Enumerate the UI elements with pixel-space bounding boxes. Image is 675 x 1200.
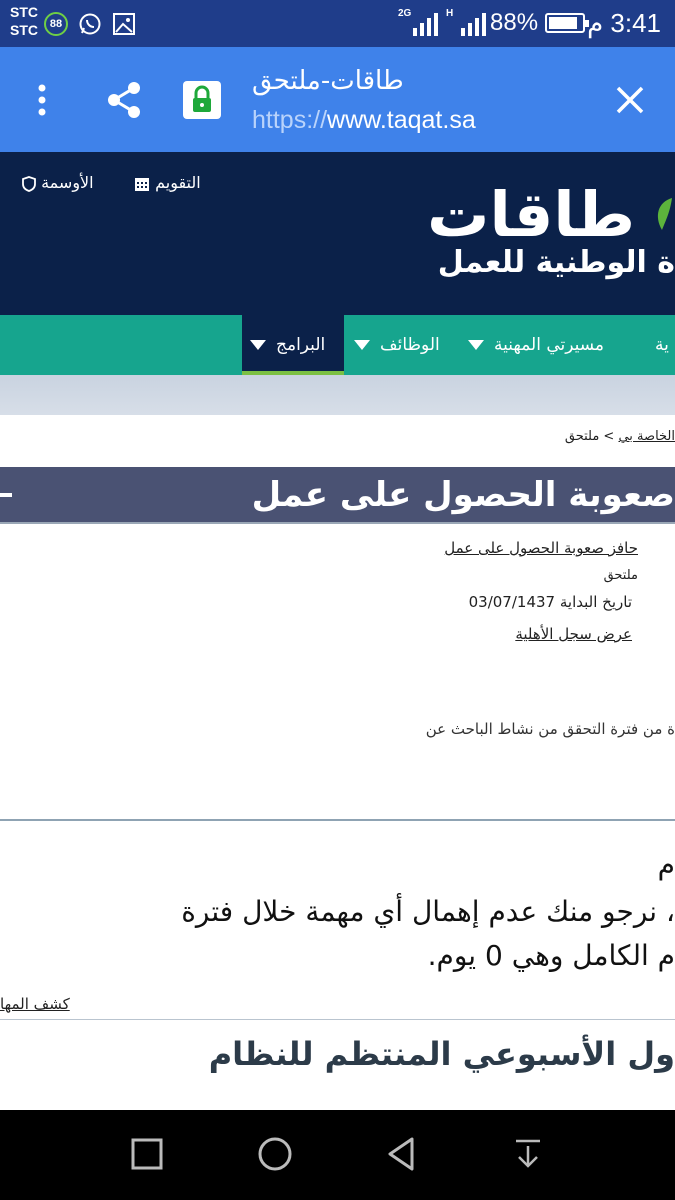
clock: 3:41 م <box>587 8 661 38</box>
enrollment-status: ملتحق <box>603 568 638 583</box>
banner-strip <box>0 375 675 415</box>
divider <box>0 819 675 821</box>
signal-h-icon: H <box>446 8 486 36</box>
notice-line-1: م <box>657 848 675 881</box>
verification-text: ة من فترة التحقق من نشاط الباحث عن <box>425 720 675 738</box>
logo-subtitle: ة الوطنية للعمل <box>437 245 675 280</box>
calendar-link[interactable]: التقويم <box>128 172 201 194</box>
breadcrumb-link[interactable]: الخاصة بي <box>618 429 675 444</box>
carriers: STC STC <box>10 3 38 39</box>
section-title: صعوبة الحصول على عمل <box>251 475 675 515</box>
secure-site-button[interactable] <box>183 81 221 119</box>
shield-icon <box>22 175 36 192</box>
download-icon[interactable] <box>508 1134 548 1174</box>
share-icon[interactable] <box>104 80 144 120</box>
divider <box>0 1019 675 1020</box>
chevron-down-icon <box>250 340 266 350</box>
nav-item-programs[interactable]: البرامج <box>242 315 344 375</box>
chevron-down-icon <box>354 340 370 350</box>
breadcrumb: الخاصة بي > ملتحق <box>565 428 675 446</box>
awards-link[interactable]: الأوسمة <box>16 172 94 194</box>
lock-icon <box>193 85 211 112</box>
battery-icon <box>545 13 589 33</box>
collapse-icon[interactable] <box>0 493 12 497</box>
nav-item-jobs[interactable]: الوظائف <box>354 315 440 375</box>
breadcrumb-current: ملتحق <box>564 429 600 444</box>
image-icon <box>113 13 135 35</box>
circle-icon[interactable] <box>255 1134 295 1174</box>
notice-line-3: م الكامل وهي 0 يوم. <box>427 939 675 972</box>
nav-programs-label: البرامج <box>276 335 326 355</box>
chevron-down-icon <box>468 340 484 350</box>
calendar-label: التقويم <box>155 173 201 192</box>
system-nav-bar <box>0 1110 675 1200</box>
main-nav: ية مسيرتي المهنية الوظائف البرامج <box>0 315 675 375</box>
battery-percent: 88% <box>490 9 539 36</box>
awards-label: الأوسمة <box>41 173 94 192</box>
close-icon[interactable] <box>612 82 648 118</box>
tasks-report-link[interactable]: كشف المها <box>0 993 70 1015</box>
logo-leaf-icon <box>657 198 672 230</box>
carrier-1: STC <box>10 4 38 20</box>
eligibility-record-link[interactable]: عرض سجل الأهلية <box>515 623 632 645</box>
program-link[interactable]: حافز صعوبة الحصول على عمل <box>444 537 638 559</box>
breadcrumb-separator: > <box>599 429 619 444</box>
carrier-2: STC <box>10 22 38 38</box>
whatsapp-icon <box>79 13 101 35</box>
section-title-band: صعوبة الحصول على عمل <box>0 467 675 524</box>
nav-item-partial[interactable]: ية <box>655 315 669 375</box>
page-title-text: طاقات-ملتحق <box>252 66 404 96</box>
nav-jobs-label: الوظائف <box>380 335 440 355</box>
menu-icon[interactable] <box>30 82 54 122</box>
network-2g-label: 2G <box>398 8 412 19</box>
calendar-icon <box>135 177 149 191</box>
url-protocol: https:// <box>252 106 328 134</box>
square-icon[interactable] <box>127 1134 167 1174</box>
notification-badge: 88 <box>44 12 68 36</box>
signal-2g-icon: 2G <box>398 8 438 36</box>
browser-toolbar <box>0 47 675 152</box>
url-host: www.taqat.sa <box>327 106 476 134</box>
weekly-schedule-title: ول الأسبوعي المنتظم للنظام <box>208 1035 675 1073</box>
logo-wordmark[interactable]: طاقات <box>427 180 635 250</box>
url-text: https://www.taqat.sa <box>252 104 476 136</box>
start-date: تاريخ البداية 03/07/1437 <box>468 593 632 611</box>
nav-item-career[interactable]: مسيرتي المهنية <box>468 315 604 375</box>
network-h-label: H <box>446 8 454 19</box>
notice-line-2: ، نرجو منك عدم إهمال أي مهمة خلال فترة <box>181 895 675 928</box>
nav-career-label: مسيرتي المهنية <box>494 335 605 355</box>
back-icon[interactable] <box>382 1134 422 1174</box>
status-bar: STC STC 88 2G H 88% 3:41 م <box>0 0 675 47</box>
